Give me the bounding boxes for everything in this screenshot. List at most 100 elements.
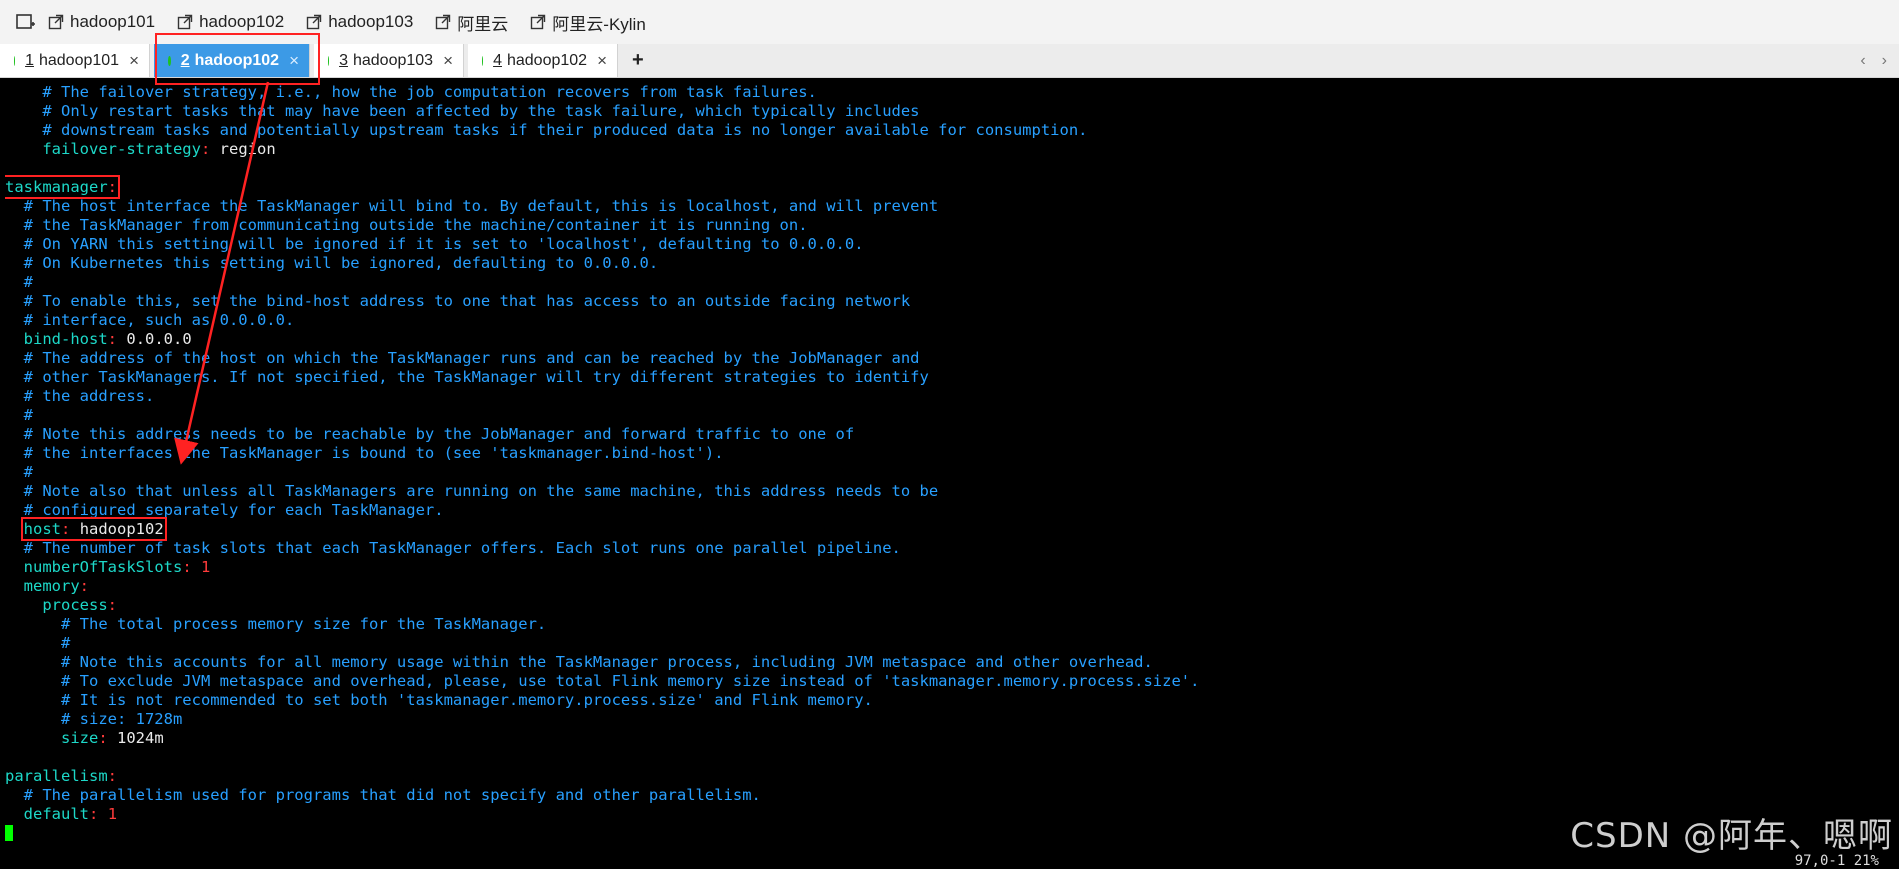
config-entry: taskmanager: <box>5 175 120 199</box>
config-entry: failover-strategy: region <box>42 140 276 158</box>
empty-line <box>5 748 1890 767</box>
comment-line: # size: 1728m <box>5 710 183 728</box>
config-value: 0.0.0.0 <box>126 330 192 348</box>
close-icon[interactable]: × <box>119 51 139 71</box>
config-line: bind-host: 0.0.0.0 <box>5 330 1890 349</box>
new-tab-icon[interactable] <box>14 11 38 33</box>
comment-line: # On Kubernetes this setting will be ign… <box>5 254 659 272</box>
config-key: host <box>23 520 61 538</box>
comment-line: # The host interface the TaskManager wil… <box>5 197 939 215</box>
config-entry: parallelism: <box>5 767 117 785</box>
comment-line: # To exclude JVM metaspace and overhead,… <box>5 672 1200 690</box>
config-line: process: <box>5 596 1890 615</box>
watermark: CSDN @阿年、嗯啊 <box>1570 816 1893 856</box>
external-link-icon <box>436 14 451 30</box>
bookmark-item[interactable]: hadoop103 <box>306 12 413 32</box>
config-key: taskmanager <box>5 178 108 196</box>
config-entry: memory: <box>23 577 90 595</box>
comment-line: # The parallelism used for programs that… <box>5 786 761 804</box>
close-icon[interactable]: × <box>279 51 299 71</box>
comment-line: # <box>5 634 71 652</box>
config-key: size <box>61 729 99 747</box>
comment-line: # Only restart tasks that may have been … <box>5 102 920 120</box>
comment-line: # the interfaces the TaskManager is boun… <box>5 444 724 462</box>
comment-line: # The number of task slots that each Tas… <box>5 539 901 557</box>
comment-line: # <box>5 463 33 481</box>
empty-line <box>5 159 1890 178</box>
config-line: failover-strategy: region <box>5 140 1890 159</box>
external-link-icon <box>177 14 193 30</box>
config-line: host: hadoop102 <box>5 517 1890 541</box>
green-dot-icon <box>168 55 171 66</box>
cursor <box>5 825 13 841</box>
config-key: parallelism <box>5 767 108 785</box>
bookmark-label: hadoop101 <box>70 12 156 31</box>
external-link-icon <box>306 14 322 30</box>
comment-line: # To enable this, set the bind-host addr… <box>5 292 911 310</box>
comment-line: # Note this accounts for all memory usag… <box>5 653 1153 671</box>
green-dot-icon <box>482 55 484 66</box>
comment-line: # Note this address needs to be reachabl… <box>5 425 855 443</box>
tab-number: 1 <box>25 51 34 69</box>
terminal-output[interactable]: # The failover strategy, i.e., how the j… <box>5 83 1890 869</box>
config-key: failover-strategy <box>42 140 201 158</box>
bookmark-item[interactable]: hadoop102 <box>177 12 284 32</box>
config-entry: host: hadoop102 <box>20 517 167 541</box>
bookmark-item[interactable]: 阿里云 <box>435 10 508 35</box>
add-tab-button[interactable]: + <box>622 44 654 77</box>
bookmark-list: hadoop101 hadoop102 hadoop103 阿里云 阿里云-Kylin <box>48 10 668 35</box>
config-value: 1024m <box>117 729 164 747</box>
comment-line: # other TaskManagers. If not specified, … <box>5 368 929 386</box>
config-line: size: 1024m <box>5 729 1890 748</box>
close-icon[interactable]: × <box>433 51 453 71</box>
config-value: 1 <box>201 558 211 576</box>
config-key: process <box>42 596 108 614</box>
config-line: parallelism: <box>5 767 1890 786</box>
tab-session[interactable]: 4 hadoop102 × <box>468 44 618 77</box>
tab-next-icon[interactable]: › <box>1882 52 1887 70</box>
tab-session[interactable]: 2 hadoop102 × <box>154 44 310 77</box>
bookmark-label: 阿里云-Kylin <box>552 14 646 34</box>
comment-line: # interface, such as 0.0.0.0. <box>5 311 295 329</box>
tab-session[interactable]: 1 hadoop101 × <box>0 44 150 77</box>
comment-line: # On YARN this setting will be ignored i… <box>5 235 864 253</box>
config-entry: process: <box>42 596 117 614</box>
bookmark-label: 阿里云 <box>457 14 509 34</box>
green-dot-icon <box>328 55 330 66</box>
comment-line: # Note also that unless all TaskManagers… <box>5 482 939 500</box>
comment-line: # the TaskManager from communicating out… <box>5 216 808 234</box>
config-key: numberOfTaskSlots <box>23 558 183 576</box>
tab-number: 4 <box>493 51 502 69</box>
config-entry: bind-host: 0.0.0.0 <box>23 330 192 348</box>
tab-prev-icon[interactable]: ‹ <box>1860 52 1865 70</box>
config-key: default <box>23 805 89 823</box>
session-tab-bar: 1 hadoop101 × 2 hadoop102 × 3 hadoop103 × 4 hadoop… <box>0 44 1899 78</box>
config-value: hadoop102 <box>79 520 164 538</box>
config-line: memory: <box>5 577 1890 596</box>
comment-line: # downstream tasks and potentially upstr… <box>5 121 1088 139</box>
bookmark-label: hadoop103 <box>328 12 414 31</box>
config-value: 1 <box>107 805 118 823</box>
config-line: taskmanager: <box>5 175 1890 199</box>
bookmark-item[interactable]: hadoop101 <box>48 12 155 32</box>
external-link-icon <box>48 14 64 30</box>
tab-number: 3 <box>339 51 348 69</box>
bookmark-label: hadoop102 <box>199 12 285 31</box>
vim-status: 97,0-1 21% <box>1794 853 1879 869</box>
comment-line: # the address. <box>5 387 155 405</box>
tab-session[interactable]: 3 hadoop103 × <box>314 44 464 77</box>
tab-label: hadoop103 <box>352 51 434 69</box>
bookmark-item[interactable]: 阿里云-Kylin <box>530 10 646 35</box>
close-icon[interactable]: × <box>587 51 607 71</box>
bookmarks-bar: hadoop101 hadoop102 hadoop103 阿里云 阿里云-Kylin <box>0 0 1899 44</box>
comment-line: # It is not recommended to set both 'tas… <box>5 691 873 709</box>
config-key: bind-host <box>23 330 108 348</box>
config-key: memory <box>23 577 80 595</box>
tab-label: hadoop102 <box>194 51 280 69</box>
config-entry: size: 1024m <box>61 729 164 747</box>
